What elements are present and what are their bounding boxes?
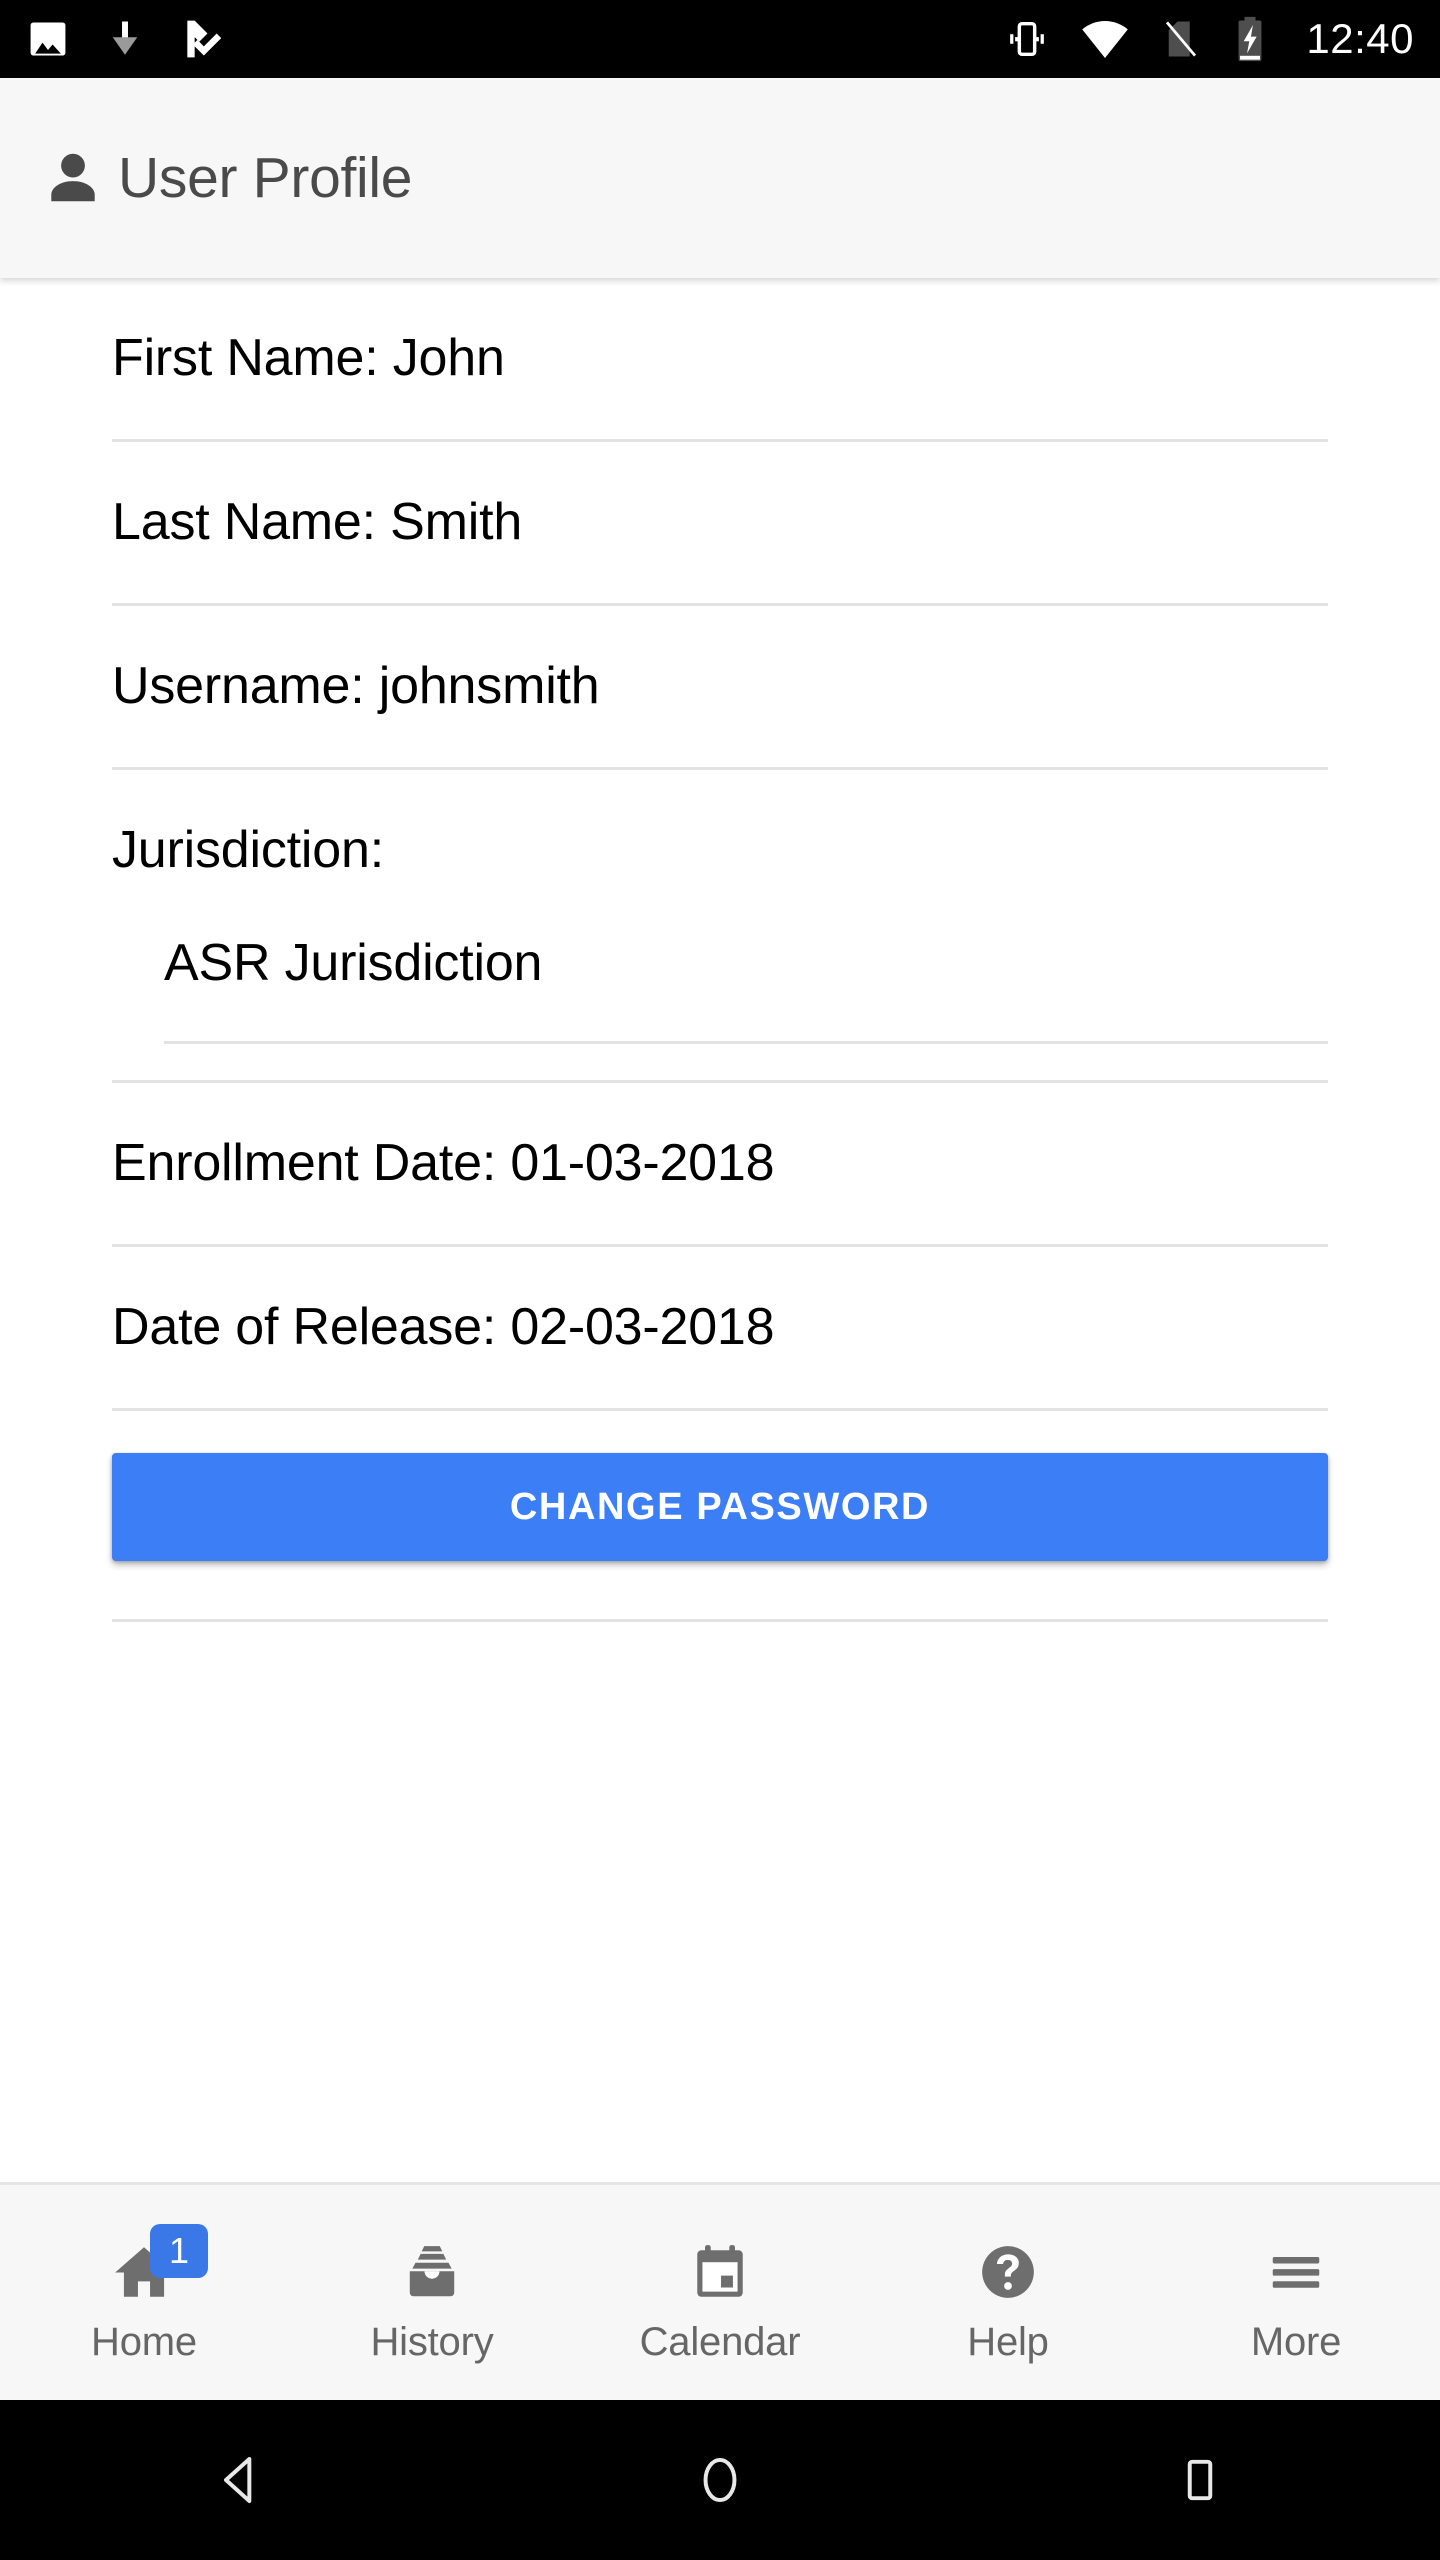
nav-label-history: History <box>370 2320 494 2364</box>
jurisdiction-value-divider <box>164 1041 1328 1044</box>
no-sim-icon <box>1166 21 1197 57</box>
battery-charging-icon <box>1238 16 1262 62</box>
page-title: User Profile <box>118 146 413 210</box>
username-text: Username: johnsmith <box>112 657 600 715</box>
app-bar: User Profile <box>0 78 1440 278</box>
nav-item-home[interactable]: 1 Home <box>0 2185 288 2400</box>
help-circle-icon <box>982 2246 1034 2298</box>
vibrate-icon <box>1010 21 1045 57</box>
field-first-name: First Name: John <box>112 278 1328 391</box>
field-jurisdiction: Jurisdiction: ASR Jurisdiction <box>112 770 1328 1044</box>
home-circle-icon <box>703 2457 737 2503</box>
status-bar-left-icons <box>26 16 224 62</box>
android-home-button[interactable] <box>482 2452 957 2508</box>
more-icon-box <box>1265 2230 1327 2314</box>
field-username: Username: johnsmith <box>112 606 1328 719</box>
nav-label-calendar: Calendar <box>639 2320 801 2364</box>
last-name-text: Last Name: Smith <box>112 493 523 551</box>
android-recents-button[interactable] <box>962 2452 1437 2508</box>
divider <box>112 1619 1328 1622</box>
date-of-release-text: Date of Release: 02-03-2018 <box>112 1298 775 1356</box>
home-icon-box: 1 <box>111 2224 208 2314</box>
archive-icon-box <box>401 2230 463 2314</box>
change-password-button[interactable]: CHANGE PASSWORD <box>112 1453 1328 1561</box>
calendar-icon <box>697 2245 743 2297</box>
nav-label-help: Help <box>967 2320 1049 2364</box>
android-navigation-bar <box>0 2400 1440 2560</box>
calendar-icon-box <box>689 2230 751 2314</box>
status-bar-right-icons: 12:40 <box>1004 15 1414 63</box>
nav-item-help[interactable]: Help <box>864 2185 1152 2400</box>
recents-square-icon <box>1187 2459 1213 2501</box>
field-enrollment-date: Enrollment Date: 01-03-2018 <box>112 1083 1328 1196</box>
change-password-wrap: CHANGE PASSWORD <box>112 1411 1328 1561</box>
profile-content: First Name: John Last Name: Smith Userna… <box>0 278 1440 2182</box>
wifi-icon <box>1082 21 1129 58</box>
nav-label-more: More <box>1250 2320 1342 2364</box>
nav-item-more[interactable]: More <box>1152 2185 1440 2400</box>
nav-label-home: Home <box>91 2320 197 2364</box>
field-last-name: Last Name: Smith <box>112 442 1328 555</box>
person-icon <box>51 153 95 202</box>
hamburger-menu-icon <box>1272 2257 1320 2288</box>
archive-icon <box>409 2246 455 2297</box>
status-bar-clock: 12:40 <box>1306 15 1414 62</box>
jurisdiction-value: ASR Jurisdiction <box>164 934 543 992</box>
nav-item-calendar[interactable]: Calendar <box>576 2185 864 2400</box>
home-badge: 1 <box>150 2224 208 2278</box>
phone-screen: 12:40 User Profile First Name: John Last… <box>0 0 1440 2560</box>
bottom-navigation: 1 Home History Calendar Help More <box>0 2182 1440 2400</box>
back-triangle-icon <box>224 2457 252 2503</box>
download-icon <box>112 21 138 55</box>
first-name-text: First Name: John <box>112 329 505 387</box>
tick-app-icon <box>187 20 222 58</box>
image-icon <box>30 22 66 56</box>
jurisdiction-label: Jurisdiction: <box>112 821 384 879</box>
help-icon-box <box>977 2230 1039 2314</box>
nav-item-history[interactable]: History <box>288 2185 576 2400</box>
android-back-button[interactable] <box>2 2452 477 2508</box>
field-date-of-release: Date of Release: 02-03-2018 <box>112 1247 1328 1360</box>
enrollment-date-text: Enrollment Date: 01-03-2018 <box>112 1134 775 1192</box>
status-bar: 12:40 <box>0 0 1440 78</box>
